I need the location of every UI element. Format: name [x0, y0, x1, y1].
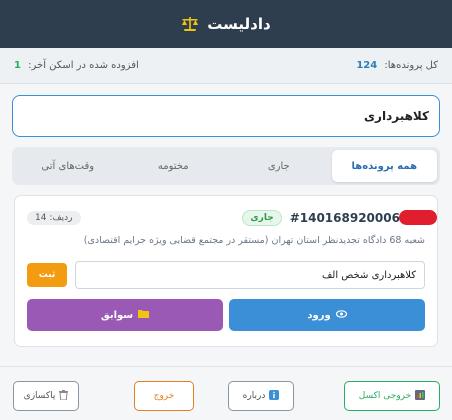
app-title: دادلیست: [207, 15, 271, 33]
save-note-button[interactable]: ثبت: [27, 263, 67, 287]
added-cases-stat: افزوده شده در اسکن آخر: 1: [14, 60, 139, 71]
clear-label: پاکسازی: [23, 391, 56, 401]
added-cases-label: افزوده شده در اسکن آخر:: [28, 60, 139, 71]
redaction-mark: [399, 210, 437, 225]
note-input-value: کلاهبرداری شخص الف: [321, 269, 416, 281]
eye-icon: [335, 309, 347, 321]
login-button[interactable]: ورود: [229, 299, 425, 331]
total-cases-value: 124: [356, 60, 378, 71]
filter-tabs: همه پرونده‌ها جاری مختومه وقت‌های آتی: [12, 147, 440, 185]
added-cases-value: 1: [14, 60, 21, 71]
search-input[interactable]: کلاهبرداری: [12, 95, 440, 137]
note-input[interactable]: کلاهبرداری شخص الف: [75, 261, 425, 289]
export-excel-label: خروجی اکسل: [358, 391, 412, 401]
tab-all-cases[interactable]: همه پرونده‌ها: [331, 150, 437, 182]
scales-icon: [181, 16, 199, 32]
logout-button[interactable]: خروج: [134, 381, 194, 411]
logout-label: خروج: [153, 391, 175, 401]
history-button[interactable]: سوابق: [27, 299, 223, 331]
tab-upcoming[interactable]: وقت‌های آتی: [15, 150, 121, 182]
about-label: درباره: [242, 391, 266, 401]
total-cases-stat: کل پرونده‌ها: 124: [356, 60, 438, 71]
search-input-value: کلاهبرداری: [364, 109, 429, 123]
status-badge: جاری: [242, 210, 282, 226]
clear-button[interactable]: پاکسازی: [13, 381, 79, 411]
tab-current[interactable]: جاری: [226, 150, 332, 182]
stats-bar: کل پرونده‌ها: 124 افزوده شده در اسکن آخر…: [0, 48, 452, 84]
folder-icon: [138, 309, 150, 321]
app-header: دادلیست: [0, 0, 452, 48]
total-cases-label: کل پرونده‌ها:: [384, 60, 438, 71]
trash-icon: [59, 389, 69, 403]
app-window: دادلیست کل پرونده‌ها: 124 افزوده شده در …: [0, 0, 452, 420]
case-card: #140168920006893 جاری ردیف: 14 شعبه 68 د…: [14, 195, 438, 347]
court-info: شعبه 68 دادگاه تجدیدنظر استان تهران (مست…: [83, 235, 425, 246]
info-icon: [269, 389, 280, 403]
footer-bar: خروجی اکسل درباره خروج پاکسازی: [0, 366, 452, 420]
chart-icon: [415, 389, 426, 403]
login-button-label: ورود: [307, 309, 331, 321]
about-button[interactable]: درباره: [228, 381, 294, 411]
history-button-label: سوابق: [100, 309, 134, 321]
tab-closed[interactable]: مختومه: [121, 150, 227, 182]
row-badge: ردیف: 14: [27, 211, 81, 225]
case-number: #140168920006893: [290, 210, 437, 225]
export-excel-button[interactable]: خروجی اکسل: [344, 381, 440, 411]
